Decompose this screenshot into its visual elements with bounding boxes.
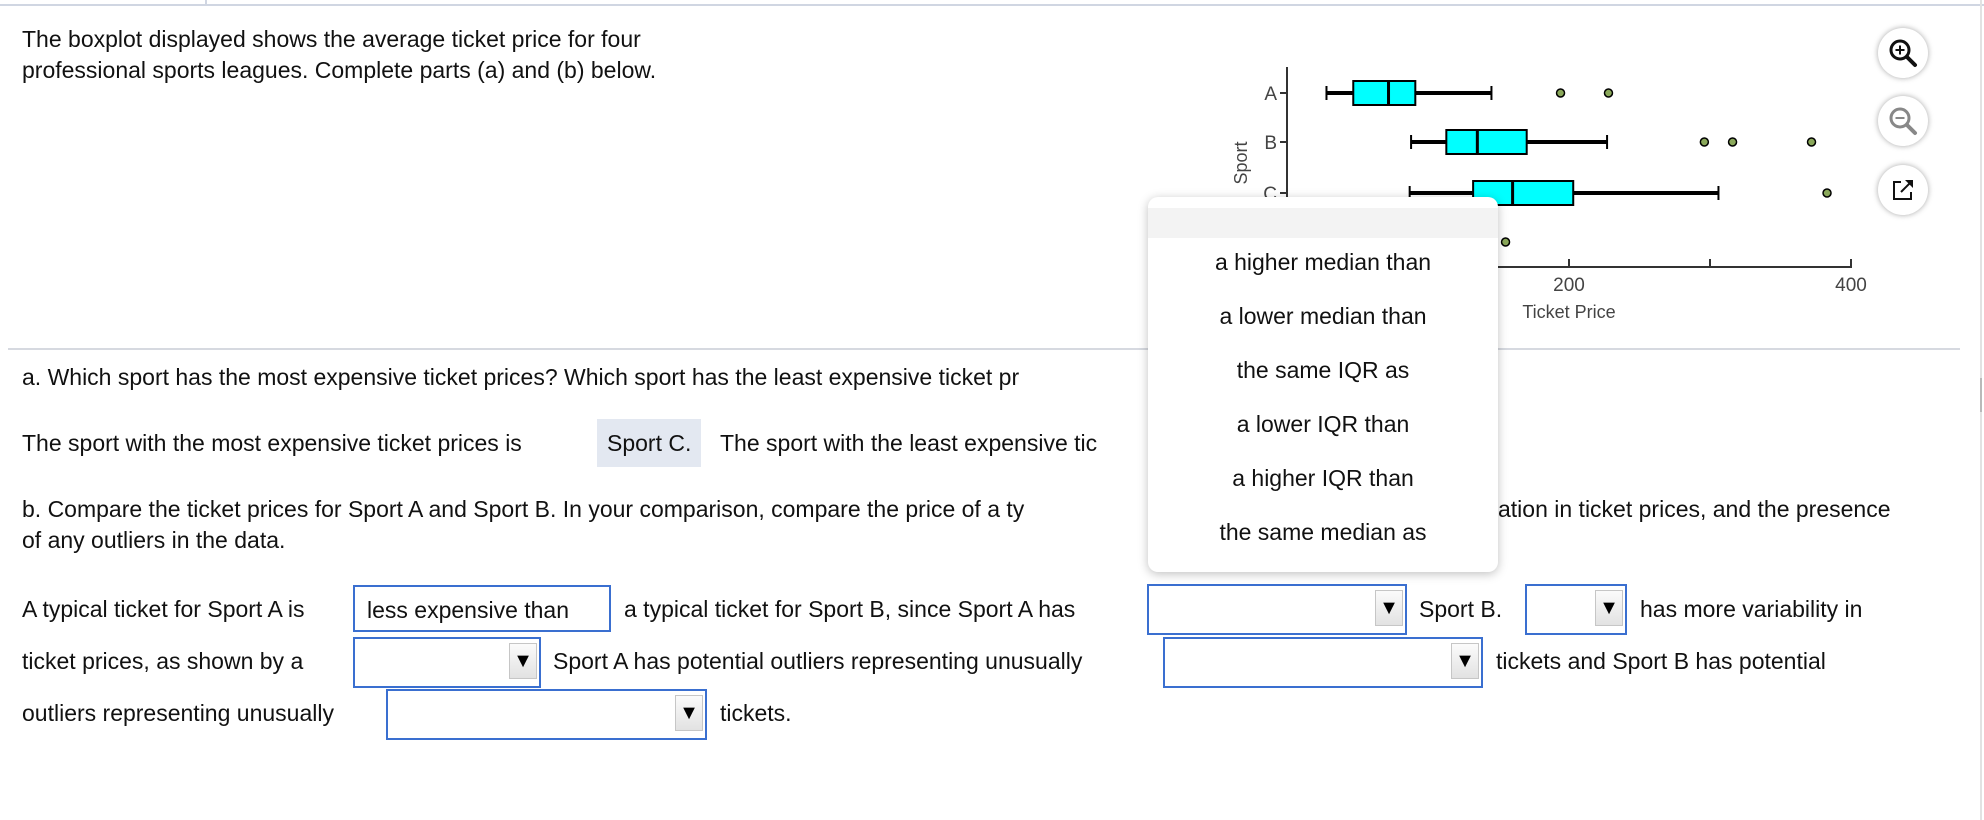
zoom-in-icon (1889, 39, 1917, 67)
part-b-question-left: b. Compare the ticket prices for Sport A… (22, 496, 1025, 522)
x-tick-label: 400 (1835, 275, 1867, 296)
dropdown-arrow-icon[interactable]: ▼ (509, 643, 537, 679)
dropdown-arrow-icon[interactable]: ▼ (675, 695, 703, 731)
sentence-text-4: has more variability in (1640, 596, 1863, 622)
box-iqr (1352, 80, 1417, 106)
sentence-text-5: ticket prices, as shown by a (22, 648, 304, 674)
intro-line-1: The boxplot displayed shows the average … (22, 26, 641, 52)
outlier-point (1699, 137, 1710, 147)
select-typical-comparison[interactable]: less expensive than (353, 585, 611, 632)
x-tick-label: 200 (1553, 275, 1585, 296)
select-sport-a-outliers[interactable]: ▼ (1163, 637, 1483, 688)
sentence-text-7: tickets and Sport B has potential (1496, 648, 1826, 674)
sentence-text-3: Sport B. (1419, 596, 1503, 622)
part-b-question-right: ation in ticket prices, and the presence (1498, 496, 1891, 522)
dropdown-option[interactable]: a lower IQR than (1148, 409, 1498, 439)
select-variability-measure[interactable]: ▼ (353, 637, 541, 688)
zoom-out-icon (1889, 107, 1917, 135)
y-axis-label: Sport (1231, 141, 1251, 184)
dropdown-option[interactable]: a higher median than (1148, 247, 1498, 277)
dropdown-arrow-icon[interactable]: ▼ (1595, 590, 1623, 626)
select-sport-b-outliers[interactable]: ▼ (386, 689, 707, 740)
part-b-question-line2: of any outliers in the data. (22, 527, 286, 553)
external-link-icon (1893, 180, 1913, 200)
top-border (0, 4, 1984, 6)
box-iqr (1445, 129, 1528, 155)
intro-line-2: professional sports leagues. Complete pa… (22, 57, 657, 83)
y-tick-label: A (1264, 84, 1277, 105)
select-more-variability-sport[interactable]: ▼ (1525, 584, 1627, 635)
dropdown-menu: a higher median than a lower median than… (1148, 197, 1498, 572)
zoom-in-button[interactable] (1878, 28, 1928, 78)
dropdown-option[interactable]: the same median as (1148, 517, 1498, 547)
sentence-text-6: Sport A has potential outliers represent… (553, 648, 1083, 674)
part-a-answer-prefix: The sport with the most expensive ticket… (22, 430, 522, 456)
dropdown-option[interactable]: a higher IQR than (1148, 463, 1498, 493)
select-median-iqr-comparison[interactable]: ▼ (1147, 584, 1407, 635)
zoom-out-button[interactable] (1878, 96, 1928, 146)
outlier-point (1727, 137, 1738, 147)
part-a-answer-suffix: The sport with the least expensive tic (720, 430, 1098, 456)
outlier-point (1500, 237, 1511, 247)
x-axis-label: Ticket Price (1522, 302, 1615, 322)
y-tick-label: B (1264, 133, 1277, 154)
part-a-answer-most-expensive[interactable]: Sport C. (597, 419, 702, 467)
outlier-point (1603, 88, 1614, 98)
sentence-text-9: tickets. (720, 700, 792, 726)
top-border-notch (205, 0, 207, 5)
scrollbar-thumb[interactable] (1980, 378, 1982, 412)
outlier-point (1806, 137, 1817, 147)
dropdown-option[interactable]: the same IQR as (1148, 355, 1498, 385)
popout-button[interactable] (1878, 165, 1928, 215)
dropdown-option-blank[interactable] (1148, 208, 1498, 238)
dropdown-option[interactable]: a lower median than (1148, 301, 1498, 331)
dropdown-arrow-icon[interactable]: ▼ (1451, 643, 1479, 679)
outlier-point (1822, 188, 1832, 198)
sentence-text-1: A typical ticket for Sport A is (22, 596, 305, 622)
intro-text: The boxplot displayed shows the average … (22, 24, 656, 86)
section-divider (8, 348, 1960, 350)
outlier-point (1555, 88, 1566, 98)
sentence-text-2: a typical ticket for Sport B, since Spor… (624, 596, 1076, 622)
part-a-question: a. Which sport has the most expensive ti… (22, 364, 1020, 390)
dropdown-arrow-icon[interactable]: ▼ (1375, 590, 1403, 626)
sentence-text-8: outliers representing unusually (22, 700, 334, 726)
